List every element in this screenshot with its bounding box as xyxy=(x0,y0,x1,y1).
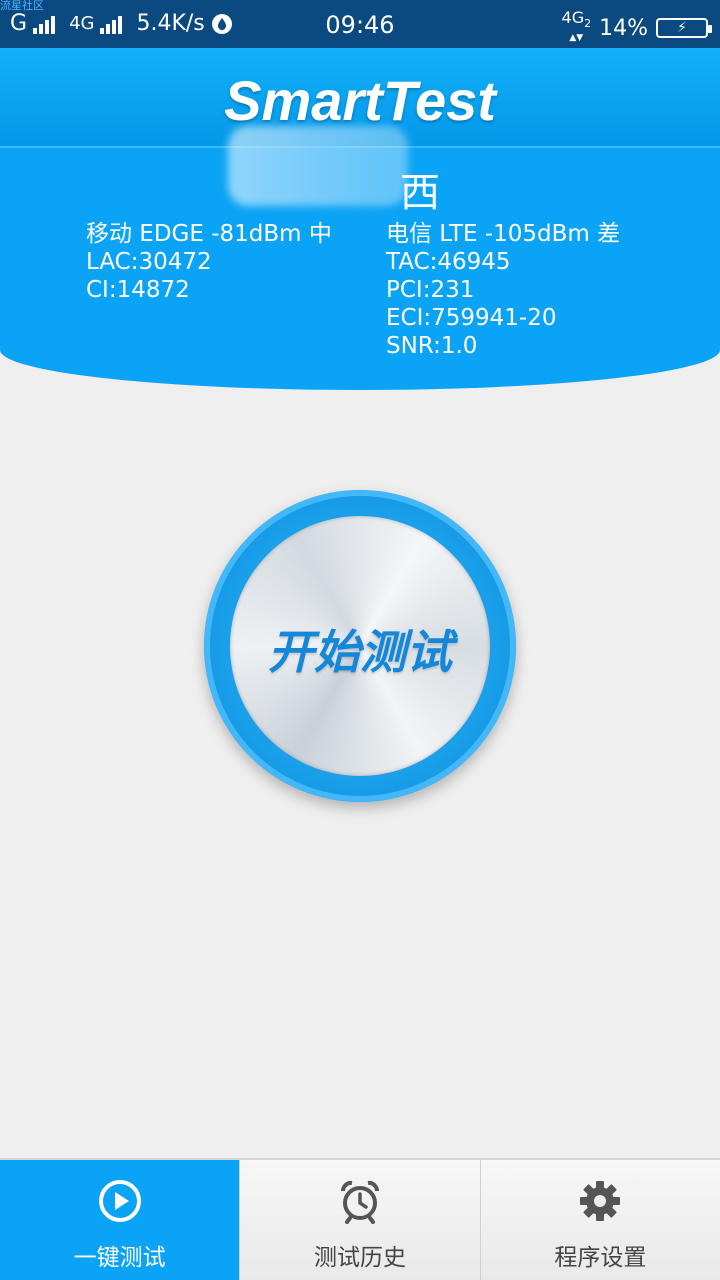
redacted-region xyxy=(228,126,408,206)
tab-one-click-test[interactable]: 一键测试 xyxy=(0,1160,240,1280)
telecom-network-info: 电信 LTE -105dBm 差 TAC:46945 PCI:231 ECI:7… xyxy=(386,220,620,360)
tac-value: TAC:46945 xyxy=(386,249,511,275)
start-button-face: 开始测试 xyxy=(230,516,490,776)
battery-icon: ⚡ xyxy=(656,18,712,39)
mobile-network-info: 移动 EDGE -81dBm 中 LAC:30472 CI:14872 xyxy=(86,220,332,304)
telecom-signal-line: 电信 LTE -105dBm 差 xyxy=(386,221,621,247)
eci-value: ECI:759941-20 xyxy=(386,305,557,331)
status-right: 4G2 ▲▼ 14% ⚡ xyxy=(561,8,712,45)
gear-icon xyxy=(580,1181,621,1221)
alarm-clock-icon xyxy=(340,1180,379,1224)
region-name: 西 xyxy=(400,170,440,216)
play-circle-icon xyxy=(98,1180,141,1222)
tab-label: 程序设置 xyxy=(554,1245,647,1271)
start-button-label: 开始测试 xyxy=(268,625,452,679)
snr-value: SNR:1.0 xyxy=(386,333,478,359)
tab-test-history[interactable]: 测试历史 xyxy=(239,1160,480,1280)
start-test-button[interactable]: 开始测试 xyxy=(204,490,516,802)
mobile-signal-line: 移动 EDGE -81dBm 中 xyxy=(86,221,332,247)
status-bar: 流星社区 G 4G 5.4K/s 09:46 4G2 ▲▼ 14% ⚡ xyxy=(0,0,720,48)
ci-value: CI:14872 xyxy=(86,277,190,303)
tab-label: 测试历史 xyxy=(313,1245,406,1271)
network-type-icon: 4G2 ▲▼ xyxy=(561,8,592,44)
lac-value: LAC:30472 xyxy=(86,249,212,275)
app-title: SmartTest xyxy=(224,69,496,132)
bottom-navigation: 一键测试 测试历史 程序设置 xyxy=(0,1158,720,1280)
pci-value: PCI:231 xyxy=(386,277,475,303)
header-panel: SmartTest 西 移动 EDGE -81dBm 中 LAC:30472 C… xyxy=(0,48,720,390)
tab-settings[interactable]: 程序设置 xyxy=(479,1160,720,1280)
tab-label: 一键测试 xyxy=(73,1245,166,1271)
battery-percent: 14% xyxy=(599,15,648,41)
